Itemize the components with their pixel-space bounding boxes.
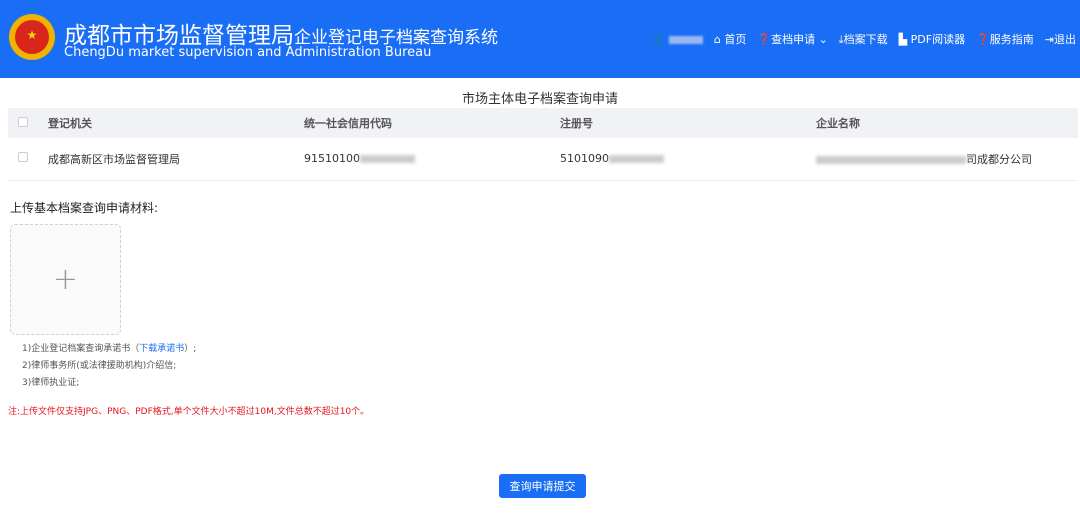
col-reg-no: 注册号 [560,108,816,138]
cell-credit-code: 91510100 [304,138,560,181]
nav-pdf-reader[interactable]: ▙ PDF阅读器 [899,31,965,47]
national-emblem-logo: ★ [9,14,55,60]
nav-home[interactable]: ⌂ 首页 [714,31,746,47]
site-subtitle-english: ChengDu market supervision and Administr… [64,45,432,60]
table-row: 成都高新区市场监督管理局 91510100 5101090 司成都分公司 [8,138,1078,181]
user-menu[interactable]: 👤 [652,33,703,46]
page-title: 市场主体电子档案查询申请 [461,92,618,107]
top-nav: 👤 ⌂ 首页 ❓查档申请 ⌄ ⤓档案下载 ▙ PDF阅读器 ❓服务指南 ⇥退出 [652,31,1076,47]
col-credit-code: 统一社会信用代码 [304,108,560,138]
nav-logout[interactable]: ⇥退出 [1045,31,1076,47]
upload-box[interactable]: + [10,223,121,335]
entity-table: 登记机关 统一社会信用代码 注册号 企业名称 成都高新区市场监督管理局 9151… [8,108,1078,181]
question-icon: ❓ [976,33,990,46]
user-icon: 👤 [651,32,666,46]
plus-icon: + [52,261,79,297]
chevron-down-icon: ⌄ [818,33,828,46]
col-name: 企业名称 [816,108,1078,138]
row-checkbox[interactable] [18,152,28,163]
file-icon: ▙ [898,33,908,46]
download-commitment-link[interactable]: 下载承诺书 [139,344,184,354]
home-icon: ⌂ [713,33,721,46]
upload-warning: 注:上传文件仅支持JPG、PNG、PDF格式,单个文件大小不超过10M,文件总数… [8,406,370,417]
upload-notes: 1)企业登记档案查询承诺书（下载承诺书）; 2)律师事务所(或法律援助机构)介绍… [22,343,197,388]
logout-icon: ⇥ [1044,33,1054,46]
cell-name: 司成都分公司 [816,138,1078,181]
nav-download[interactable]: ⤓档案下载 [839,31,888,47]
cell-reg-no: 5101090 [560,138,816,181]
header: ★ 成都市市场监督管理局企业登记电子档案查询系统 ChengDu market … [0,0,1080,78]
select-all-checkbox[interactable] [18,116,28,127]
upload-label: 上传基本档案查询申请材料: [10,200,159,215]
question-icon: ❓ [757,33,772,46]
submit-button[interactable]: 查询申请提交 [499,474,586,498]
cell-authority: 成都高新区市场监督管理局 [48,138,304,181]
nav-guide[interactable]: ❓服务指南 [976,31,1034,47]
col-authority: 登记机关 [48,108,304,138]
nav-apply[interactable]: ❓查档申请 ⌄ [757,31,827,47]
